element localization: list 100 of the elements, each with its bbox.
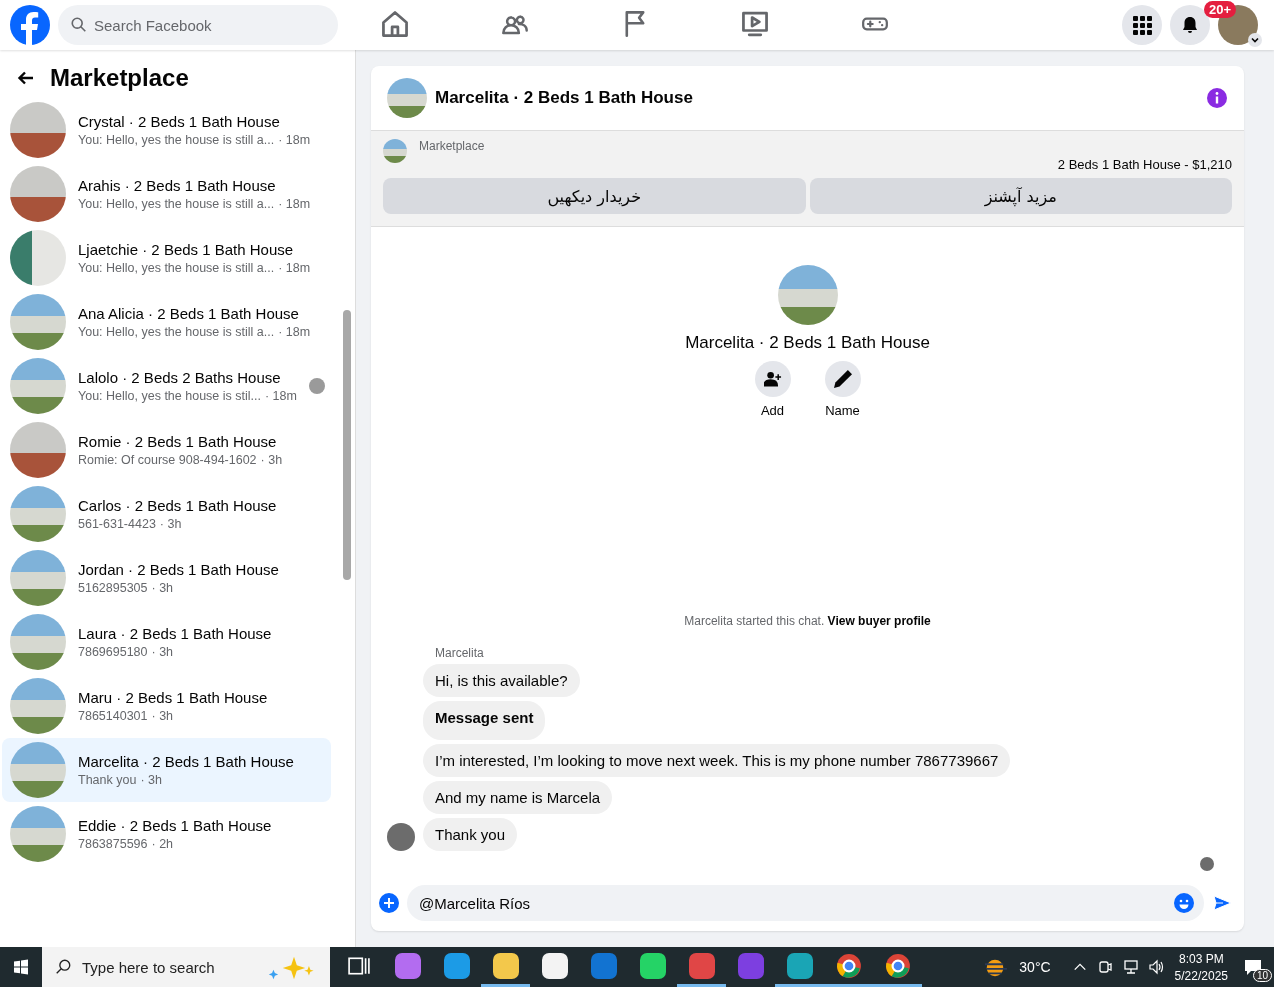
- house-photo-placeholder: [383, 139, 407, 163]
- conversation-item[interactable]: Ljaetchie · 2 Beds 1 Bath House You: Hello, yes the house is still a... · 18m: [2, 226, 331, 290]
- camera-icon[interactable]: [1096, 959, 1113, 975]
- message-time: · 18m: [278, 133, 311, 147]
- add-person-icon: [763, 371, 782, 387]
- conversation-title: Jordan · 2 Beds 1 Bath House: [78, 561, 279, 578]
- message-time: · 3h: [260, 453, 283, 467]
- conversation-item[interactable]: Romie · 2 Beds 1 Bath House Romie: Of course 908-494-1602 · 3h: [2, 418, 331, 482]
- browser-icon: [835, 952, 862, 979]
- search-icon: [54, 958, 72, 976]
- message-preview: 7863875596: [78, 837, 148, 851]
- message-preview: 561-631-4423: [78, 517, 156, 531]
- message-preview: 7865140301: [78, 709, 148, 723]
- action-label: Name: [825, 403, 860, 418]
- message-preview: 7869695180: [78, 645, 148, 659]
- logo-icon[interactable]: [10, 5, 50, 45]
- message-preview: You: Hello, yes the house is still a...: [78, 197, 275, 211]
- conversation-title: Lalolo · 2 Beds 2 Baths House: [78, 369, 282, 386]
- conversation-item[interactable]: Ana Alicia · 2 Beds 1 Bath House You: Hello, yes the house is still a... · 18m: [2, 290, 331, 354]
- conversation-title: Laura · 2 Beds 1 Bath House: [78, 625, 272, 642]
- grid-icon: [1132, 15, 1152, 35]
- message-input[interactable]: @Marcelita Ríos: [407, 885, 1204, 921]
- listing-action-button[interactable]: مزید آپشنز: [809, 178, 1232, 214]
- message-bubble: I’m interested, I’m looking to move next week. This is my phone number 7867739667: [423, 744, 1011, 777]
- view-buyer-profile-link[interactable]: View buyer profile: [827, 614, 931, 628]
- chevron-down-icon[interactable]: [1248, 33, 1262, 47]
- house-photo-placeholder: [10, 806, 66, 862]
- bell-icon: [1180, 15, 1200, 35]
- plus-icon[interactable]: [379, 893, 399, 913]
- sender-avatar: [387, 823, 415, 851]
- message-preview: You: Hello, yes the house is still a...: [78, 325, 275, 339]
- message-preview: Thank you: [78, 773, 137, 787]
- network-icon[interactable]: [1122, 959, 1139, 975]
- pencil-icon: [833, 370, 852, 388]
- house-photo-placeholder: [10, 678, 66, 734]
- message-bubble: And my name is Marcela: [423, 781, 613, 814]
- task-view-icon: [347, 956, 370, 975]
- message-time: · 3h: [159, 517, 182, 531]
- profile-name: Marcelita · 2 Beds 1 Bath House: [685, 333, 930, 353]
- conversation-title: Arahis · 2 Beds 1 Bath House: [78, 177, 277, 194]
- conversation-title: Crystal · 2 Beds 1 Bath House: [78, 113, 281, 130]
- notification-count: 10: [1252, 969, 1272, 982]
- conversation-item[interactable]: Lalolo · 2 Beds 2 Baths House You: Hello, yes the house is stil... · 18m: [2, 354, 331, 418]
- message-bubble: Thank you: [423, 818, 518, 851]
- message-preview: 5162895305: [78, 581, 148, 595]
- house-photo-placeholder: [10, 614, 66, 670]
- conversation-item[interactable]: Laura · 2 Beds 1 Bath House 7869695180 · 3h: [2, 610, 331, 674]
- conversation-item[interactable]: Marcelita · 2 Beds 1 Bath House Thank you · 3h: [2, 738, 331, 802]
- house-photo-placeholder: [387, 78, 427, 118]
- video-player-icon: [742, 10, 768, 37]
- house-photo-placeholder: [10, 358, 66, 414]
- conversation-item[interactable]: Arahis · 2 Beds 1 Bath House You: Hello, yes the house is still a... · 18m: [2, 162, 331, 226]
- conversation-title: Marcelita · 2 Beds 1 Bath House: [78, 753, 294, 770]
- weather-temperature: 30°C: [1019, 959, 1051, 975]
- message-time: · 18m: [265, 389, 297, 403]
- rename-button[interactable]: [824, 361, 861, 397]
- search-icon: [70, 16, 88, 34]
- emoji-icon[interactable]: [1174, 893, 1194, 913]
- listing-summary: 2 Beds 1 Bath House - $1,210: [1057, 157, 1232, 172]
- message-time: · 3h: [151, 709, 174, 723]
- conversation-title: Ljaetchie · 2 Beds 1 Bath House: [78, 241, 295, 258]
- message-time: · 3h: [151, 645, 174, 659]
- message-time: · 18m: [278, 261, 311, 275]
- flag-icon: [622, 10, 648, 37]
- house-photo-placeholder: [10, 550, 66, 606]
- message-time: · 18m: [278, 197, 311, 211]
- message-preview: You: Hello, yes the house is stil...: [78, 389, 261, 403]
- house-photo-placeholder: [10, 422, 66, 478]
- read-receipt-avatar: [1200, 857, 1214, 871]
- sidebar-title: Marketplace: [50, 64, 189, 92]
- message-time: · 2h: [151, 837, 174, 851]
- message-preview: You: Hello, yes the house is still a...: [78, 133, 275, 147]
- send-icon[interactable]: [1212, 893, 1232, 913]
- notification-badge: 20+: [1203, 1, 1236, 18]
- home-icon: [382, 10, 408, 37]
- menu-button[interactable]: [1122, 5, 1162, 45]
- conversation-title: Eddie · 2 Beds 1 Bath House: [78, 817, 272, 834]
- message-time: · 3h: [151, 581, 174, 595]
- message-preview: Romie: Of course 908-494-1602: [78, 453, 257, 467]
- volume-icon[interactable]: [1148, 959, 1165, 975]
- house-photo-placeholder: [10, 294, 66, 350]
- conversation-item[interactable]: Carlos · 2 Beds 1 Bath House 561-631-4423 · 3h: [2, 482, 331, 546]
- conversation-item[interactable]: Eddie · 2 Beds 1 Bath House 7863875596 · 2h: [2, 802, 331, 866]
- search-field[interactable]: Search Facebook: [58, 5, 338, 45]
- sender-name: Marcelita: [435, 646, 485, 660]
- browser-icon: [884, 952, 911, 979]
- action-label: Add: [760, 403, 785, 418]
- house-photo-placeholder: [10, 166, 66, 222]
- notifications-button[interactable]: [1170, 5, 1210, 45]
- conversation-title: Carlos · 2 Beds 1 Bath House: [78, 497, 277, 514]
- add-person-button[interactable]: [754, 361, 791, 397]
- conversation-title: Maru · 2 Beds 1 Bath House: [78, 689, 268, 706]
- taskbar-search-field[interactable]: Type here to search: [42, 947, 330, 987]
- conversation-item[interactable]: Maru · 2 Beds 1 Bath House 7865140301 · 3h: [2, 674, 331, 738]
- info-icon[interactable]: [1206, 87, 1228, 109]
- chat-start-notice: Marcelita started this chat. View buyer profile: [683, 614, 932, 628]
- conversation-item[interactable]: Crystal · 2 Beds 1 Bath House You: Hello, yes the house is still a... · 18m: [2, 98, 331, 162]
- message-preview: You: Hello, yes the house is still a...: [78, 261, 275, 275]
- conversation-item[interactable]: Jordan · 2 Beds 1 Bath House 5162895305 · 3h: [2, 546, 331, 610]
- listing-action-button[interactable]: خریدار دیکھیں: [383, 178, 806, 214]
